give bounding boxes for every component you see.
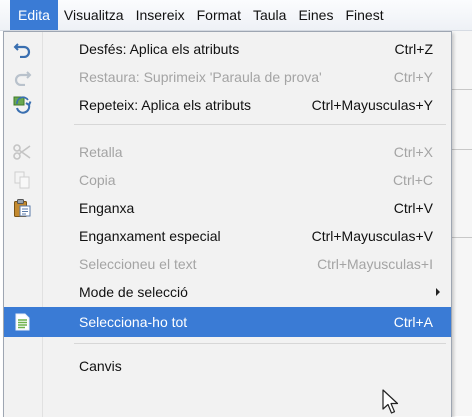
menu-item-label: Enganxament especial — [79, 228, 221, 244]
menu-item-label: Desfés: Aplica els atributs — [79, 41, 240, 57]
menu-separator — [74, 343, 446, 344]
menu-item-paste[interactable]: Enganxa Ctrl+V — [4, 194, 451, 222]
menu-item-label: Selecciona-ho tot — [79, 314, 188, 330]
paste-icon — [13, 199, 32, 217]
scissors-icon — [13, 143, 32, 161]
menu-item-label: Enganxa — [79, 200, 135, 216]
menu-item-redo[interactable]: Restaura: Suprimeix 'Paraula de prova' C… — [4, 63, 451, 91]
menu-item-label: Retalla — [79, 144, 123, 160]
copy-icon — [13, 171, 32, 189]
menu-eines[interactable]: Eines — [292, 0, 339, 30]
menu-item-shortcut: Ctrl+Z — [394, 41, 434, 57]
menu-item-undo[interactable]: Desfés: Aplica els atributs Ctrl+Z — [4, 35, 451, 63]
undo-icon — [13, 40, 32, 59]
menu-item-label: Canvis — [79, 358, 122, 374]
menubar: Edita Visualitza Insereix Format Taula E… — [0, 0, 472, 31]
menu-item-select-all[interactable]: Selecciona-ho tot Ctrl+A — [4, 307, 451, 337]
menu-item-shortcut: Ctrl+Y — [393, 69, 433, 85]
menu-edita[interactable]: Edita — [10, 0, 58, 30]
menu-item-shortcut: Ctrl+Mayusculas+V — [311, 228, 433, 244]
menu-item-shortcut: Ctrl+Mayusculas+I — [317, 256, 433, 272]
menu-item-label: Restaura: Suprimeix 'Paraula de prova' — [79, 69, 322, 85]
select-all-icon — [13, 313, 32, 331]
submenu-arrow-icon — [436, 288, 440, 296]
menu-item-repeat[interactable]: Repeteix: Aplica els atributs Ctrl+Mayus… — [4, 91, 451, 119]
menu-item-shortcut: Ctrl+V — [393, 200, 433, 216]
menu-item-cut[interactable]: Retalla Ctrl+X — [4, 138, 451, 166]
menu-item-changes[interactable]: Canvis — [4, 352, 451, 380]
menu-item-label: Mode de selecció — [79, 284, 188, 300]
menu-format[interactable]: Format — [191, 0, 247, 30]
menu-item-shortcut: Ctrl+C — [392, 172, 433, 188]
menu-item-select-text[interactable]: Seleccioneu el text Ctrl+Mayusculas+I — [4, 250, 451, 278]
menu-item-label: Copia — [79, 172, 116, 188]
menu-item-shortcut: Ctrl+A — [393, 314, 433, 330]
repeat-icon — [13, 96, 32, 114]
menu-finestra[interactable]: Finest — [339, 0, 389, 30]
menu-item-label: Repeteix: Aplica els atributs — [79, 97, 251, 113]
menu-item-paste-special[interactable]: Enganxament especial Ctrl+Mayusculas+V — [4, 222, 451, 250]
menu-item-label: Seleccioneu el text — [79, 256, 197, 272]
menu-taula[interactable]: Taula — [247, 0, 292, 30]
menu-item-shortcut: Ctrl+Mayusculas+Y — [311, 97, 433, 113]
menu-insereix[interactable]: Insereix — [130, 0, 191, 30]
edit-dropdown-menu: Desfés: Aplica els atributs Ctrl+Z Resta… — [3, 31, 452, 417]
menu-separator — [74, 124, 446, 125]
menu-visualitza[interactable]: Visualitza — [58, 0, 130, 30]
redo-icon — [13, 68, 32, 87]
menu-item-selection-mode[interactable]: Mode de selecció — [4, 278, 451, 306]
menu-item-copy[interactable]: Copia Ctrl+C — [4, 166, 451, 194]
mouse-cursor-icon — [382, 389, 399, 414]
document-background — [452, 31, 472, 416]
menu-item-shortcut: Ctrl+X — [393, 144, 433, 160]
